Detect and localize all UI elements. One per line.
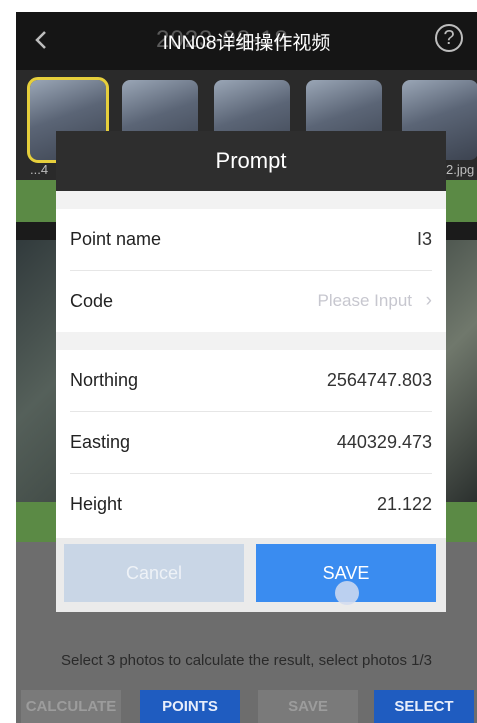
northing-row: Northing 2564747.803 xyxy=(70,350,432,412)
height-row: Height 21.122 xyxy=(70,474,432,535)
section-gap xyxy=(56,332,446,350)
thumbnail-label: ...4 xyxy=(30,162,49,177)
save-bottom-button[interactable]: SAVE xyxy=(258,690,358,723)
page-title: INN08详细操作视频 xyxy=(162,33,331,54)
northing-value: 2564747.803 xyxy=(326,370,432,390)
point-name-label: Point name xyxy=(70,229,162,249)
points-button[interactable]: POINTS xyxy=(140,690,240,723)
help-icon[interactable]: ? xyxy=(435,24,463,52)
easting-label: Easting xyxy=(70,432,131,452)
touch-indicator xyxy=(335,581,359,605)
select-button[interactable]: SELECT xyxy=(374,690,474,723)
code-label: Code xyxy=(70,291,114,311)
dialog-footer: Cancel SAVE xyxy=(56,538,446,612)
easting-row: Easting 440329.473 xyxy=(70,412,432,474)
calculate-button[interactable]: CALCULATE xyxy=(21,690,121,723)
thumbnail-label: 2.jpg xyxy=(446,162,475,177)
height-label: Height xyxy=(70,494,123,514)
prompt-dialog: Prompt Point name I3 Code Please Input ›… xyxy=(56,131,446,612)
cancel-button[interactable]: Cancel xyxy=(64,544,244,602)
section-gap xyxy=(56,191,446,209)
dialog-title: Prompt xyxy=(56,131,446,191)
chevron-right-icon[interactable]: › xyxy=(426,290,432,312)
northing-label: Northing xyxy=(70,370,139,390)
height-value: 21.122 xyxy=(376,494,432,514)
header-bar: 2023-08-18 INN08详细操作视频 ? xyxy=(16,12,477,70)
easting-value: 440329.473 xyxy=(336,432,432,452)
status-text: Select 3 photos to calculate the result,… xyxy=(60,652,433,669)
point-name-value[interactable]: I3 xyxy=(417,229,432,250)
code-input[interactable]: Please Input xyxy=(317,291,412,311)
code-row[interactable]: Code Please Input › xyxy=(70,271,432,332)
point-name-row[interactable]: Point name I3 xyxy=(70,209,432,271)
